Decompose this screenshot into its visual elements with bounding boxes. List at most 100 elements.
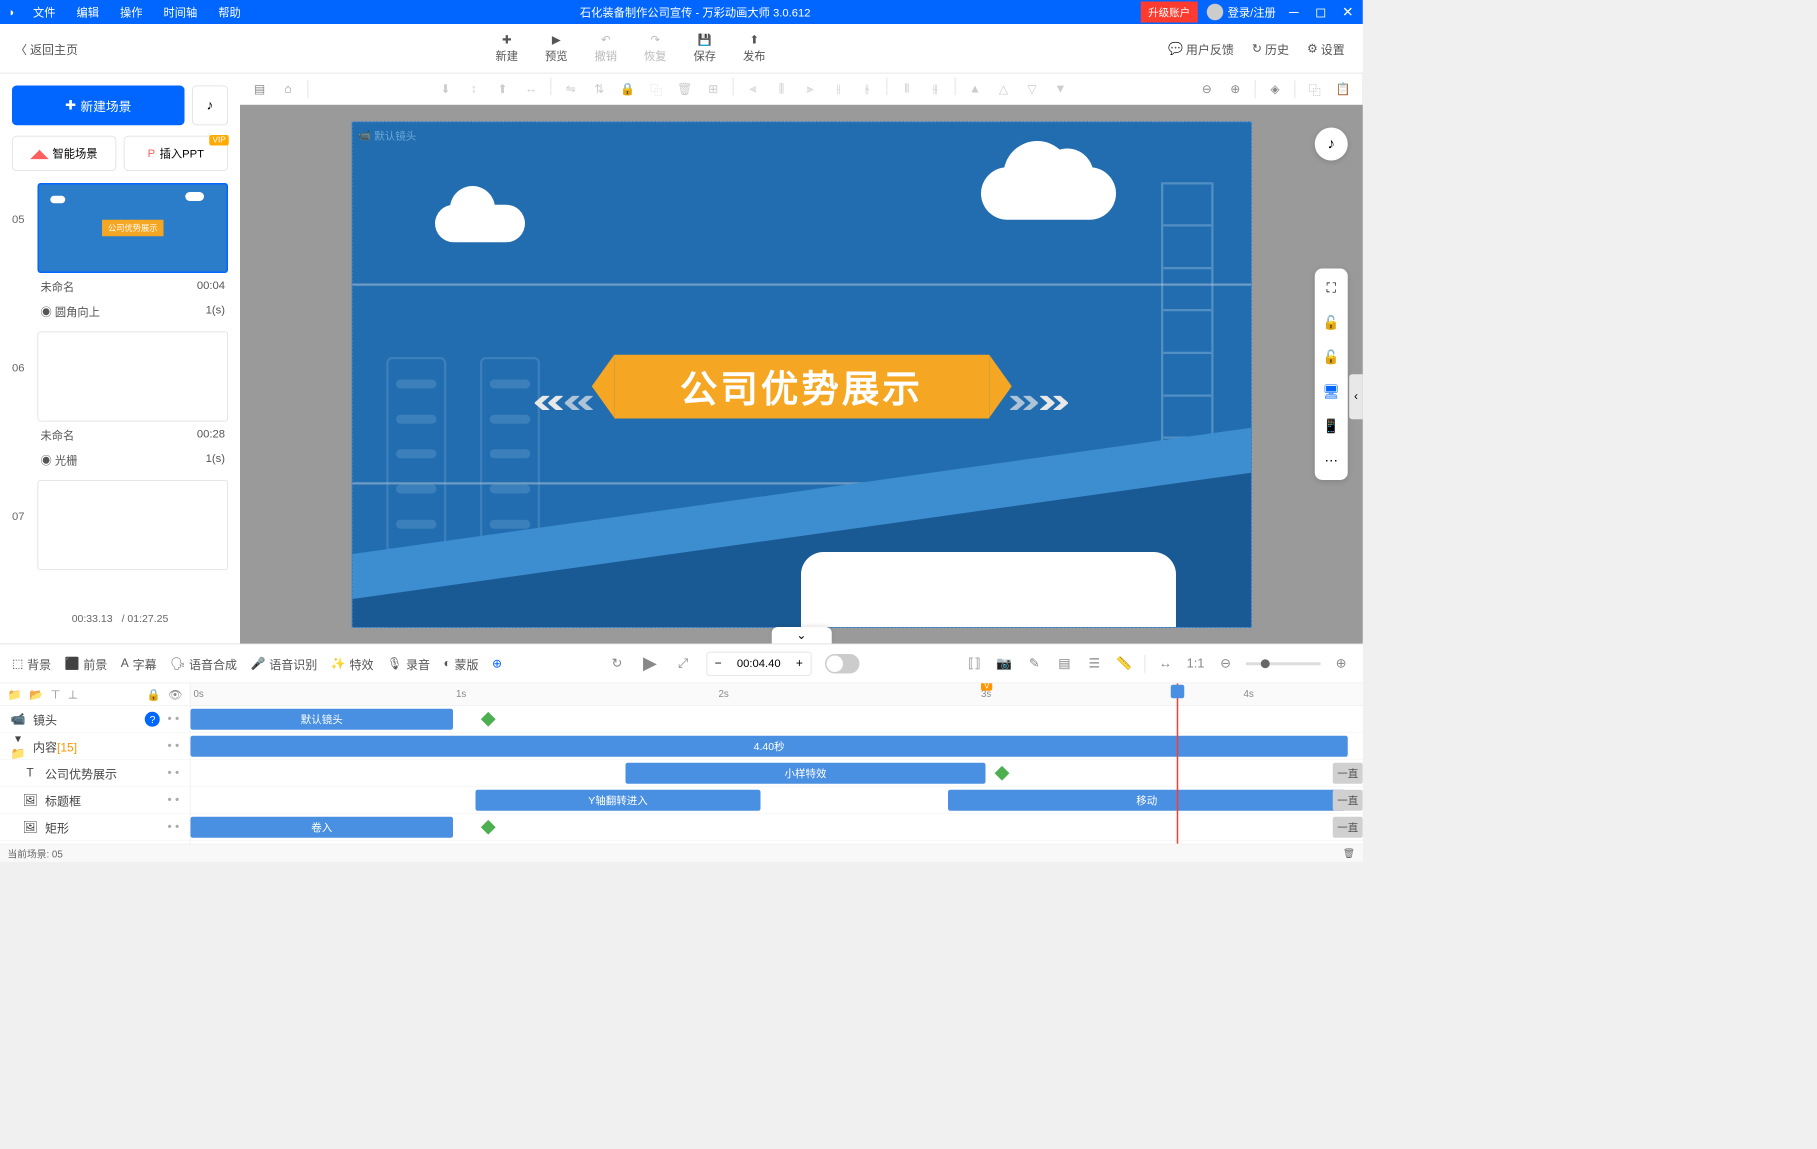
play-button[interactable]: ▶ bbox=[640, 654, 660, 674]
folder-icon[interactable]: 📁 bbox=[8, 687, 22, 701]
upgrade-button[interactable]: 升级账户 bbox=[1141, 2, 1198, 23]
canvas-stage[interactable]: 📹 默认镜头 « « » » 公司优势展示 bbox=[351, 121, 1251, 627]
bring-forward-icon[interactable]: △ bbox=[992, 77, 1016, 101]
track-rect[interactable]: 🖼 矩形 • • bbox=[0, 814, 190, 841]
track-text[interactable]: T 公司优势展示 • • bbox=[0, 760, 190, 787]
close-button[interactable]: ✕ bbox=[1339, 3, 1357, 21]
align-hcenter-icon[interactable]: ⫼ bbox=[770, 77, 794, 101]
lock-icon[interactable]: 🔒 bbox=[616, 77, 640, 101]
menu-timeline[interactable]: 时间轴 bbox=[155, 0, 207, 24]
menu-help[interactable]: 帮助 bbox=[209, 0, 250, 24]
collapse-icon[interactable]: ⊥ bbox=[68, 687, 78, 701]
zoom-out-icon[interactable]: ⊖ bbox=[1195, 77, 1219, 101]
home-icon[interactable]: ⌂ bbox=[276, 77, 300, 101]
back-button[interactable]: 〈 返回主页 bbox=[0, 39, 93, 57]
content-track-line[interactable]: 4.40秒 bbox=[191, 733, 1363, 760]
rect-clip[interactable]: 卷入 bbox=[191, 817, 454, 838]
align-right-icon[interactable]: ⫸ bbox=[798, 77, 822, 101]
preview-button[interactable]: ▶预览 bbox=[545, 33, 568, 64]
keyframe-diamond[interactable] bbox=[481, 712, 496, 727]
publish-button[interactable]: ⬆发布 bbox=[743, 33, 766, 64]
rewind-button[interactable]: ↻ bbox=[607, 654, 627, 674]
expand-icon[interactable]: ⊤ bbox=[51, 687, 61, 701]
fit-icon[interactable]: ◈ bbox=[1263, 77, 1287, 101]
expand-timeline-button[interactable]: ⌄ bbox=[771, 627, 831, 644]
copy-icon[interactable]: ⿻ bbox=[1303, 77, 1327, 101]
content-clip[interactable]: 4.40秒 bbox=[191, 736, 1348, 757]
main-title-banner[interactable]: 公司优势展示 bbox=[614, 354, 989, 418]
layers-icon[interactable]: ▤ bbox=[248, 77, 272, 101]
filter-icon[interactable]: ☰ bbox=[1085, 654, 1105, 674]
loop-switch[interactable] bbox=[825, 654, 860, 674]
tl-record-button[interactable]: 🎙录音 bbox=[387, 654, 430, 672]
delete-icon[interactable]: 🗑 bbox=[673, 77, 697, 101]
edit-icon[interactable]: ✎ bbox=[1025, 654, 1045, 674]
align-vbottom-icon[interactable]: ⫳ bbox=[855, 77, 879, 101]
track-content[interactable]: ▾ 📁 内容[15] • • bbox=[0, 733, 190, 760]
tl-bg-button[interactable]: ⬚背景 bbox=[12, 654, 51, 672]
zoom-slider[interactable] bbox=[1246, 662, 1321, 665]
time-value[interactable]: 00:04.40 bbox=[729, 657, 788, 670]
always-clip[interactable]: 一直 bbox=[1333, 817, 1363, 838]
redo-button[interactable]: ↷恢复 bbox=[644, 33, 667, 64]
settings-button[interactable]: ⚙设置 bbox=[1307, 39, 1345, 57]
fullscreen-icon[interactable]: ⛶ bbox=[1319, 276, 1343, 300]
text-track-line[interactable]: 小样特效 一直 bbox=[191, 760, 1363, 787]
monitor-icon[interactable]: 🖥 bbox=[1319, 380, 1343, 404]
feedback-button[interactable]: 💬用户反馈 bbox=[1168, 39, 1234, 57]
camera-icon[interactable]: 📷 bbox=[995, 654, 1015, 674]
tl-more-button[interactable]: ⊕ bbox=[492, 656, 502, 671]
tl-asr-button[interactable]: 🎤语音识别 bbox=[251, 654, 318, 672]
zoom-in-icon[interactable]: ⊕ bbox=[1331, 654, 1351, 674]
keyframe-diamond[interactable] bbox=[995, 766, 1010, 781]
align-vtop-icon[interactable]: ⫲ bbox=[827, 77, 851, 101]
tl-subtitle-button[interactable]: A字幕 bbox=[121, 654, 157, 672]
paste-icon[interactable]: 📋 bbox=[1331, 77, 1355, 101]
text-clip[interactable]: 小样特效 bbox=[626, 763, 986, 784]
time-increase-button[interactable]: + bbox=[788, 652, 811, 675]
maximize-button[interactable]: ◻ bbox=[1312, 3, 1330, 21]
minimize-button[interactable]: ─ bbox=[1285, 3, 1303, 21]
save-button[interactable]: 💾保存 bbox=[694, 33, 717, 64]
scene-thumbnail[interactable]: 公司优势展示 bbox=[38, 183, 229, 273]
flip-v-icon[interactable]: ⇅ bbox=[587, 77, 611, 101]
distribute-v-icon[interactable]: ⫵ bbox=[923, 77, 947, 101]
group-icon[interactable]: ⊞ bbox=[701, 77, 725, 101]
tl-fg-button[interactable]: ⬛前景 bbox=[65, 654, 108, 672]
add-folder-icon[interactable]: 📂 bbox=[29, 687, 43, 701]
eye-icon[interactable]: 👁 bbox=[168, 687, 182, 701]
keyframe-diamond[interactable] bbox=[481, 820, 496, 835]
track-titlebox[interactable]: 🖼 标题框 • • bbox=[0, 787, 190, 814]
titlebox-clip2[interactable]: 移动 bbox=[948, 790, 1346, 811]
new-button[interactable]: ✚新建 bbox=[495, 33, 518, 64]
history-button[interactable]: ↻历史 bbox=[1252, 39, 1289, 57]
always-clip[interactable]: 一直 bbox=[1333, 790, 1363, 811]
ruler-icon[interactable]: 📏 bbox=[1115, 654, 1135, 674]
zoom-out-icon[interactable]: ⊖ bbox=[1216, 654, 1236, 674]
scene-item-07[interactable]: 07 bbox=[12, 480, 228, 570]
send-back-icon[interactable]: ▼ bbox=[1049, 77, 1073, 101]
send-backward-icon[interactable]: ▽ bbox=[1020, 77, 1044, 101]
tl-tts-button[interactable]: 🗣语音合成 bbox=[170, 654, 237, 672]
menu-file[interactable]: 文件 bbox=[24, 0, 65, 24]
new-scene-button[interactable]: ✚ 新建场景 bbox=[12, 86, 185, 126]
scale-icon[interactable]: 1:1 bbox=[1186, 654, 1206, 674]
copy-icon[interactable]: ⿻ bbox=[644, 77, 668, 101]
align-middle-icon[interactable]: ↕ bbox=[462, 77, 486, 101]
tl-mask-button[interactable]: ◐蒙版 bbox=[443, 654, 478, 672]
align-center-icon[interactable]: ↔ bbox=[519, 77, 543, 101]
music-button[interactable]: ♪ bbox=[192, 86, 228, 126]
expand-panel-button[interactable]: ‹ bbox=[1349, 374, 1363, 419]
lock-icon[interactable]: 🔒 bbox=[146, 687, 160, 701]
playhead[interactable] bbox=[1177, 683, 1179, 844]
more-icon[interactable]: ⋯ bbox=[1319, 449, 1343, 473]
mobile-icon[interactable]: 📱 bbox=[1319, 414, 1343, 438]
align-left-icon[interactable]: ⫷ bbox=[741, 77, 765, 101]
align-bottom-icon[interactable]: ⬇ bbox=[434, 77, 458, 101]
menu-action[interactable]: 操作 bbox=[111, 0, 152, 24]
float-music-button[interactable]: ♪ bbox=[1315, 128, 1348, 161]
align-top-icon[interactable]: ⬆ bbox=[491, 77, 515, 101]
scene-thumbnail[interactable] bbox=[38, 480, 229, 570]
camera-track-line[interactable]: 默认镜头 bbox=[191, 706, 1363, 733]
bring-front-icon[interactable]: ▲ bbox=[963, 77, 987, 101]
